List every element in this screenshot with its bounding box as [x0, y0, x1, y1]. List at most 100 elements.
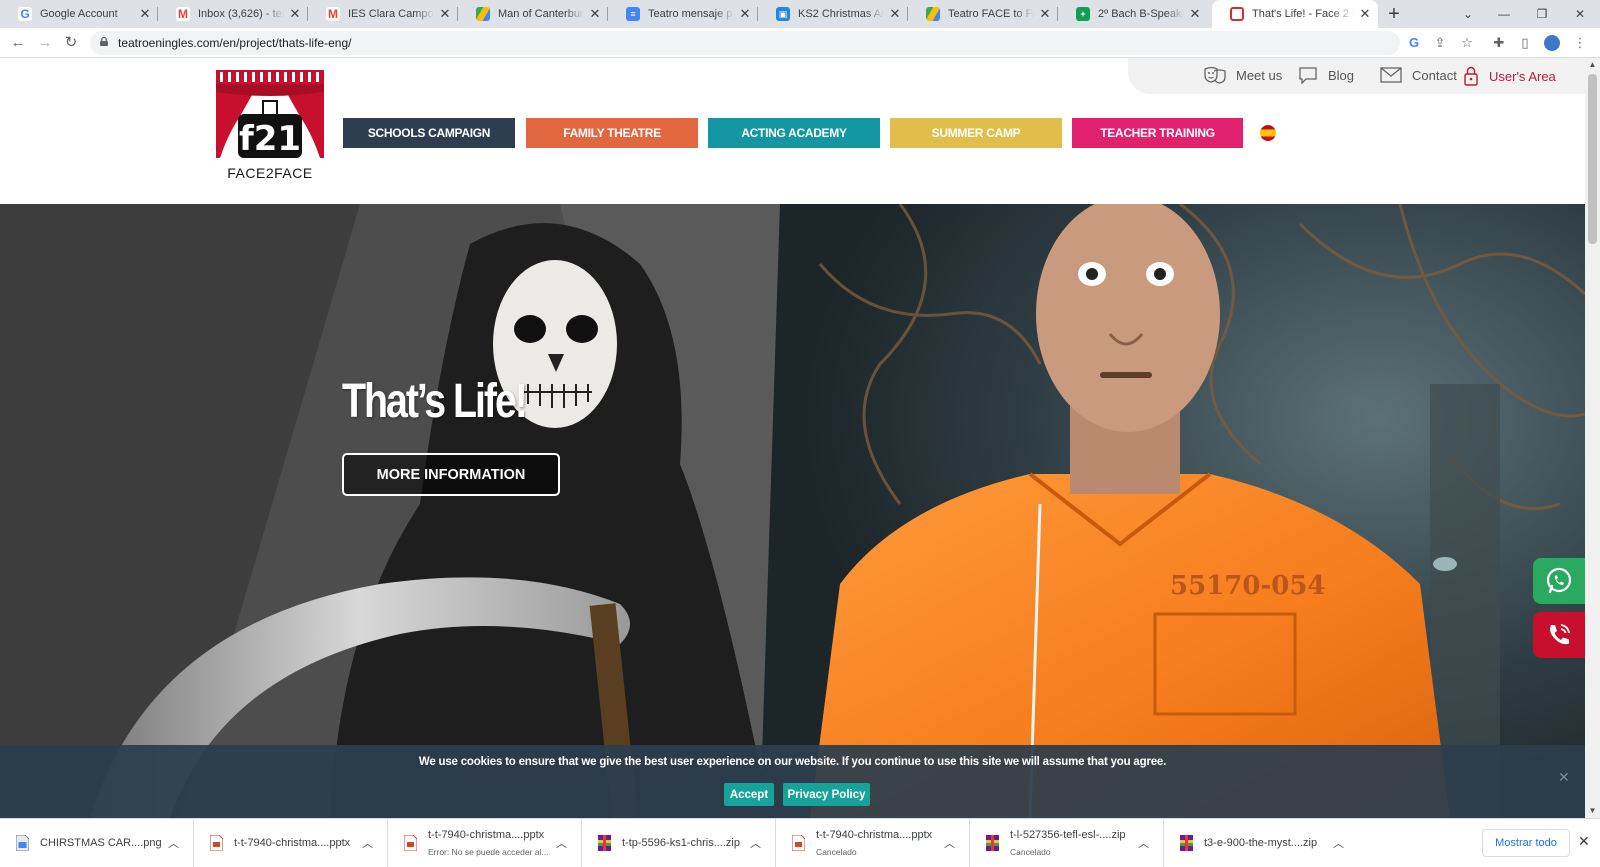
site-header: f21 FACE2FACE SCHOOLS CAMPAIGN FAMILY TH… — [0, 58, 1585, 204]
tab-thats-life[interactable]: That's Life! - Face 2 Fa ✕ — [1212, 0, 1378, 28]
tab-ies-clara[interactable]: M IES Clara Campoamor ✕ — [308, 0, 458, 28]
download-filename: t-t-7940-christma....pptx — [234, 837, 351, 849]
drive-icon — [476, 7, 490, 21]
chevron-up-icon[interactable]: ︿ — [362, 835, 373, 851]
bookmark-star-icon[interactable]: ☆ — [1459, 35, 1475, 51]
reload-icon[interactable]: ↻ — [60, 32, 82, 54]
kebab-menu-icon[interactable]: ⋮ — [1572, 35, 1588, 51]
blog-link[interactable]: Blog — [1298, 66, 1354, 84]
gmail-icon: M — [326, 7, 340, 21]
download-item[interactable]: t-t-7940-christma....pptx Error: No se p… — [388, 819, 582, 867]
download-item[interactable]: t3-e-900-the-myst....zip ︿ — [1164, 819, 1358, 867]
chevron-up-icon[interactable]: ︿ — [168, 835, 179, 851]
whatsapp-icon — [1546, 567, 1572, 594]
forward-arrow-icon[interactable]: → — [34, 32, 56, 54]
tab-google-account[interactable]: G Google Account ✕ — [0, 0, 158, 28]
close-icon[interactable]: ✕ — [888, 6, 902, 22]
tab-inbox[interactable]: M Inbox (3,626) - teresaf ✕ — [158, 0, 308, 28]
close-icon[interactable]: ✕ — [1578, 833, 1590, 850]
google-icon: G — [18, 7, 32, 21]
minimize-icon[interactable]: — — [1484, 0, 1524, 28]
tab-title: Teatro FACE to FACE - — [948, 8, 1034, 20]
close-icon[interactable]: ✕ — [1558, 769, 1570, 786]
gmail-icon: M — [176, 7, 190, 21]
download-item[interactable]: CHIRSTMAS CAR....png ︿ — [0, 819, 194, 867]
close-icon[interactable]: ✕ — [738, 6, 752, 22]
restore-icon[interactable]: ❐ — [1522, 0, 1562, 28]
download-item[interactable]: t-t-7940-christma....pptx Cancelado ︿ — [776, 819, 970, 867]
profile-avatar-icon[interactable] — [1544, 35, 1560, 51]
pptx-file-icon — [210, 835, 223, 851]
download-filename: t3-e-900-the-myst....zip — [1204, 837, 1318, 849]
close-icon[interactable]: ✕ — [138, 6, 152, 22]
tab-ks2-christmas[interactable]: ▣ KS2 Christmas Around ✕ — [758, 0, 908, 28]
download-shelf: CHIRSTMAS CAR....png ︿ t-t-7940-christma… — [0, 818, 1600, 867]
download-item[interactable]: t-t-7940-christma....pptx ︿ — [194, 819, 388, 867]
nav-schools-campaign[interactable]: SCHOOLS CAMPAIGN — [343, 118, 515, 148]
download-filename: t-tp-5596-ks1-chris....zip — [622, 837, 740, 849]
scroll-down-arrow-icon[interactable]: ▼ — [1585, 804, 1600, 818]
tab-strip: G Google Account ✕ M Inbox (3,626) - ter… — [0, 0, 1600, 28]
scroll-thumb[interactable] — [1588, 74, 1597, 244]
nav-acting-academy[interactable]: ACTING ACADEMY — [708, 118, 880, 148]
tab-title: IES Clara Campoamor — [348, 8, 434, 20]
extensions-puzzle-icon[interactable]: ✚ — [1491, 35, 1507, 51]
window-close-icon[interactable]: ✕ — [1560, 0, 1600, 28]
tab-title: 2º Bach B-Speaking A — [1098, 8, 1184, 20]
address-bar[interactable]: teatroeningles.com/en/project/thats-life… — [90, 31, 1400, 55]
users-area-link[interactable]: User's Area — [1463, 66, 1556, 86]
lock-icon — [100, 37, 108, 46]
cookie-accept-button[interactable]: Accept — [724, 783, 774, 806]
blog-label: Blog — [1328, 67, 1355, 83]
chevron-up-icon[interactable]: ︿ — [944, 835, 955, 851]
close-icon[interactable]: ✕ — [438, 6, 452, 22]
hero-image: 55170-054 — [0, 204, 1585, 818]
chevron-up-icon[interactable]: ︿ — [1138, 835, 1149, 851]
chevron-up-icon[interactable]: ︿ — [750, 835, 761, 851]
download-status: Cancelado — [1010, 847, 1051, 857]
scroll-up-arrow-icon[interactable]: ▲ — [1585, 58, 1600, 72]
tab-2bach-speaking[interactable]: + 2º Bach B-Speaking A ✕ — [1058, 0, 1208, 28]
meet-us-link[interactable]: Meet us — [1204, 66, 1282, 84]
privacy-policy-button[interactable]: Privacy Policy — [783, 783, 870, 806]
url-text: teatroeningles.com/en/project/thats-life… — [118, 36, 352, 50]
nav-summer-camp[interactable]: SUMMER CAMP — [890, 118, 1062, 148]
nav-teacher-training[interactable]: TEACHER TRAINING — [1072, 118, 1243, 148]
nav-family-theatre[interactable]: FAMILY THEATRE — [526, 118, 698, 148]
close-icon[interactable]: ✕ — [1188, 6, 1202, 22]
drive-icon — [926, 7, 940, 21]
theatre-masks-icon — [1204, 66, 1226, 84]
back-arrow-icon[interactable]: ← — [7, 32, 29, 54]
side-panel-icon[interactable]: ▯ — [1517, 35, 1533, 51]
more-information-button[interactable]: MORE INFORMATION — [342, 453, 560, 496]
logo-mark-text: f21 — [239, 119, 301, 159]
speech-bubble-icon — [1299, 67, 1317, 84]
contact-link[interactable]: Contact — [1380, 66, 1457, 84]
close-icon[interactable]: ✕ — [1358, 6, 1372, 22]
new-tab-plus-icon[interactable]: + — [1382, 3, 1406, 26]
chevron-up-icon[interactable]: ︿ — [556, 835, 567, 851]
tab-teatro-face[interactable]: Teatro FACE to FACE - ✕ — [908, 0, 1058, 28]
show-title: That’s Life! — [342, 375, 528, 428]
download-item[interactable]: t-tp-5596-ks1-chris....zip ︿ — [582, 819, 776, 867]
close-icon[interactable]: ✕ — [288, 6, 302, 22]
download-item[interactable]: t-l-527356-tefl-esl-....zip Cancelado ︿ — [970, 819, 1164, 867]
zip-archive-icon — [598, 835, 611, 851]
page-scrollbar[interactable]: ▲ ▼ — [1585, 58, 1600, 818]
show-all-downloads-button[interactable]: Mostrar todo — [1482, 829, 1570, 857]
cookie-message: We use cookies to ensure that we give th… — [418, 756, 1167, 768]
hero-banner: 55170-054 That’s Life! MORE INFORMATION — [0, 204, 1585, 818]
google-lens-icon[interactable]: G — [1406, 35, 1422, 51]
chevron-up-icon[interactable]: ︿ — [1333, 835, 1344, 851]
whatsapp-button[interactable] — [1533, 558, 1585, 604]
phone-call-button[interactable] — [1533, 612, 1585, 658]
tab-search-chevron-icon[interactable]: ⌄ — [1448, 0, 1488, 28]
tab-man-of-canterbury[interactable]: Man of Canterbury - G ✕ — [458, 0, 608, 28]
spanish-flag-icon[interactable] — [1260, 125, 1276, 141]
tab-teatro-mensaje[interactable]: ≡ Teatro mensaje para fa ✕ — [608, 0, 758, 28]
share-icon[interactable]: ⇪ — [1432, 35, 1448, 51]
docs-icon: ≡ — [626, 7, 640, 21]
close-icon[interactable]: ✕ — [1038, 6, 1052, 22]
meet-us-label: Meet us — [1236, 67, 1283, 83]
close-icon[interactable]: ✕ — [588, 6, 602, 22]
